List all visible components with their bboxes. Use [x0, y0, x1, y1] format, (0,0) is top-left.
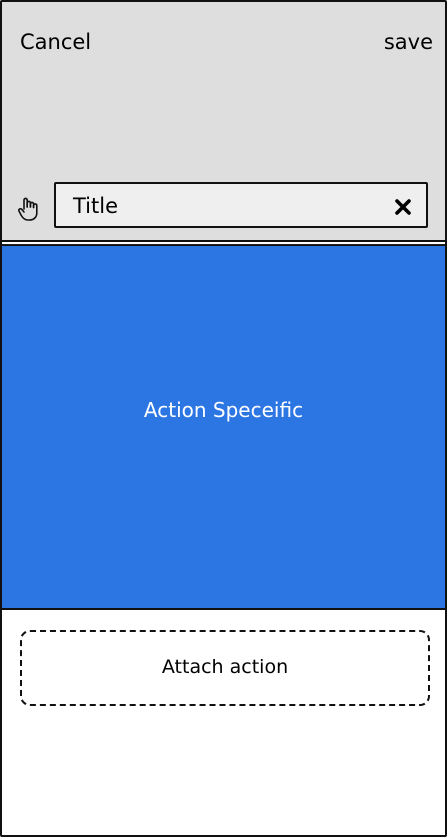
title-input-value[interactable]: Title [73, 194, 118, 218]
attach-action-button[interactable]: Attach action [20, 630, 430, 706]
hand-icon[interactable] [16, 195, 42, 223]
action-specific-label: Action Speceific [143, 398, 304, 422]
cancel-button[interactable]: Cancel [20, 30, 91, 54]
attach-action-label: Attach action [161, 656, 289, 678]
screen: Cancel save Title Action Speceific Attac… [0, 0, 447, 837]
close-icon[interactable] [394, 198, 412, 216]
save-button[interactable]: save [384, 30, 433, 54]
action-specific-panel: Action Speceific [2, 245, 445, 610]
header: Cancel save Title [2, 2, 445, 245]
title-input[interactable]: Title [54, 182, 428, 228]
